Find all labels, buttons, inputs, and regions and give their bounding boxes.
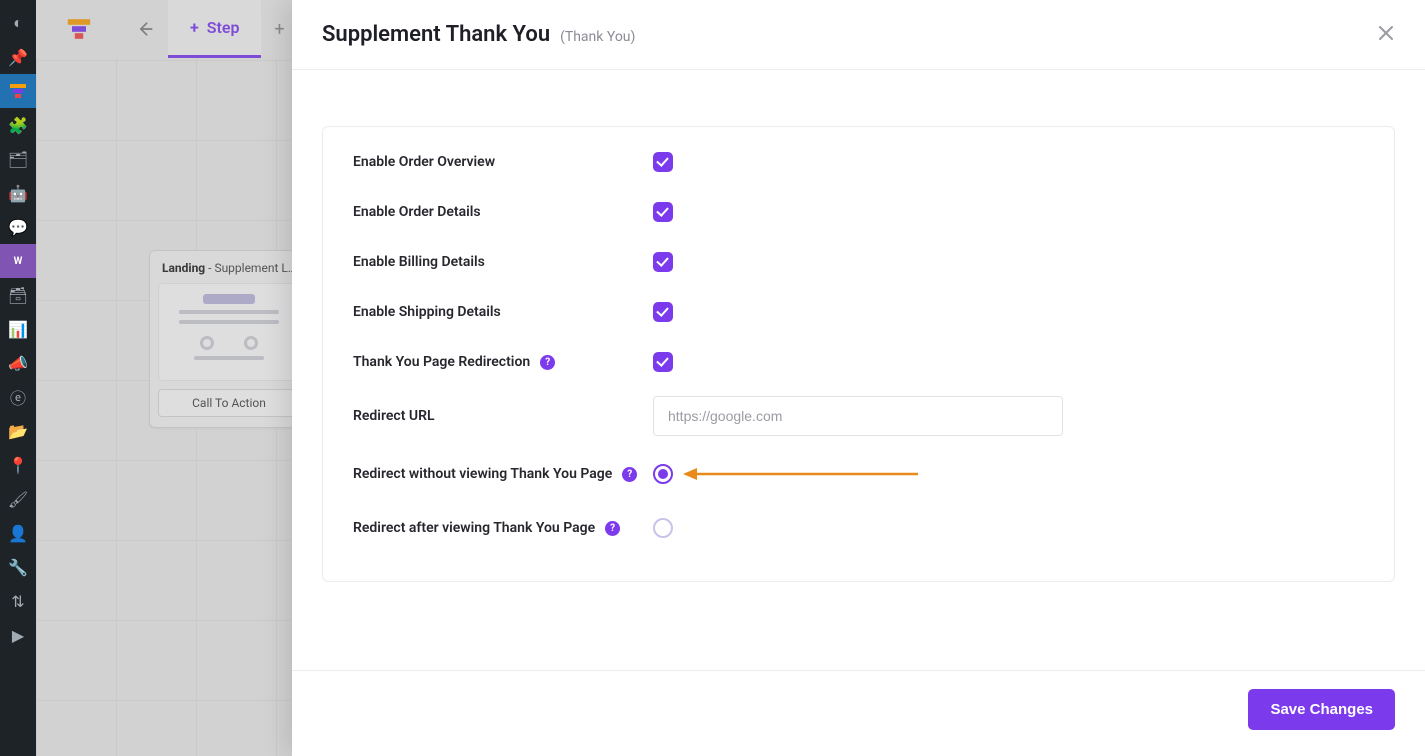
- funnel-canvas: + Step + Landing - Supplement La… Call T…: [36, 0, 1425, 756]
- pin-icon[interactable]: 📌: [0, 40, 36, 74]
- label-enable-order-overview: Enable Order Overview: [353, 154, 653, 170]
- row-redirect-after-view: Redirect after viewing Thank You Page ?: [353, 503, 1364, 553]
- woo-icon[interactable]: W: [0, 244, 36, 278]
- row-enable-order-overview: Enable Order Overview: [353, 137, 1364, 187]
- checkbox-enable-order-overview[interactable]: [653, 152, 673, 172]
- pin2-icon[interactable]: 📍: [0, 448, 36, 482]
- elementor-icon[interactable]: ⓔ: [0, 380, 36, 414]
- wrench-icon[interactable]: 🔧: [0, 550, 36, 584]
- admin-sidebar: ◐ 📌 🧩 🗂 🤖 💬 W 🗃 📊 📣 ⓔ 📂 📍 🖌 👤 🔧 ⇅ ▶: [0, 0, 36, 756]
- close-icon: [1377, 24, 1395, 42]
- close-button[interactable]: [1377, 22, 1395, 48]
- library-icon[interactable]: 🗂: [0, 142, 36, 176]
- help-icon[interactable]: ?: [605, 521, 620, 536]
- export-icon[interactable]: ⇅: [0, 584, 36, 618]
- comment-icon[interactable]: 💬: [0, 210, 36, 244]
- label-redirect-without-view: Redirect without viewing Thank You Page …: [353, 466, 653, 482]
- dashboard-icon[interactable]: ◐: [0, 6, 36, 40]
- panel-subtitle: (Thank You): [560, 29, 635, 45]
- brush-icon[interactable]: 🖌: [0, 482, 36, 516]
- label-enable-order-details: Enable Order Details: [353, 204, 653, 220]
- help-icon[interactable]: ?: [540, 355, 555, 370]
- play-icon[interactable]: ▶: [0, 618, 36, 652]
- label-redirect-after-view: Redirect after viewing Thank You Page ?: [353, 520, 653, 536]
- checkbox-thank-you-redirection[interactable]: [653, 352, 673, 372]
- folder-icon[interactable]: 📂: [0, 414, 36, 448]
- label-redirect-url: Redirect URL: [353, 408, 653, 424]
- row-enable-order-details: Enable Order Details: [353, 187, 1364, 237]
- label-enable-billing-details: Enable Billing Details: [353, 254, 653, 270]
- panel-body: Enable Order Overview Enable Order Detai…: [292, 70, 1425, 670]
- robot-icon[interactable]: 🤖: [0, 176, 36, 210]
- radio-redirect-without-view[interactable]: [653, 464, 673, 484]
- checkbox-enable-shipping-details[interactable]: [653, 302, 673, 322]
- input-redirect-url[interactable]: [653, 396, 1063, 436]
- row-enable-billing-details: Enable Billing Details: [353, 237, 1364, 287]
- help-icon[interactable]: ?: [622, 467, 637, 482]
- radio-redirect-after-view[interactable]: [653, 518, 673, 538]
- row-thank-you-redirection: Thank You Page Redirection ?: [353, 337, 1364, 387]
- row-enable-shipping-details: Enable Shipping Details: [353, 287, 1364, 337]
- panel-title: Supplement Thank You: [322, 22, 550, 47]
- settings-card: Enable Order Overview Enable Order Detai…: [322, 126, 1395, 582]
- panel-header: Supplement Thank You (Thank You): [292, 0, 1425, 70]
- checkbox-enable-billing-details[interactable]: [653, 252, 673, 272]
- user-icon[interactable]: 👤: [0, 516, 36, 550]
- row-redirect-url: Redirect URL: [353, 387, 1364, 445]
- save-button[interactable]: Save Changes: [1248, 689, 1395, 730]
- plugin-icon[interactable]: 🧩: [0, 108, 36, 142]
- label-thank-you-redirection: Thank You Page Redirection ?: [353, 354, 653, 370]
- annotation-arrow: [683, 467, 918, 481]
- panel-footer: Save Changes: [292, 670, 1425, 756]
- row-redirect-without-view: Redirect without viewing Thank You Page …: [353, 445, 1364, 503]
- settings-panel: Supplement Thank You (Thank You) Enable …: [292, 0, 1425, 756]
- archive-icon[interactable]: 🗃: [0, 278, 36, 312]
- megaphone-icon[interactable]: 📣: [0, 346, 36, 380]
- funnel-icon[interactable]: [0, 74, 36, 108]
- checkbox-enable-order-details[interactable]: [653, 202, 673, 222]
- label-enable-shipping-details: Enable Shipping Details: [353, 304, 653, 320]
- stats-icon[interactable]: 📊: [0, 312, 36, 346]
